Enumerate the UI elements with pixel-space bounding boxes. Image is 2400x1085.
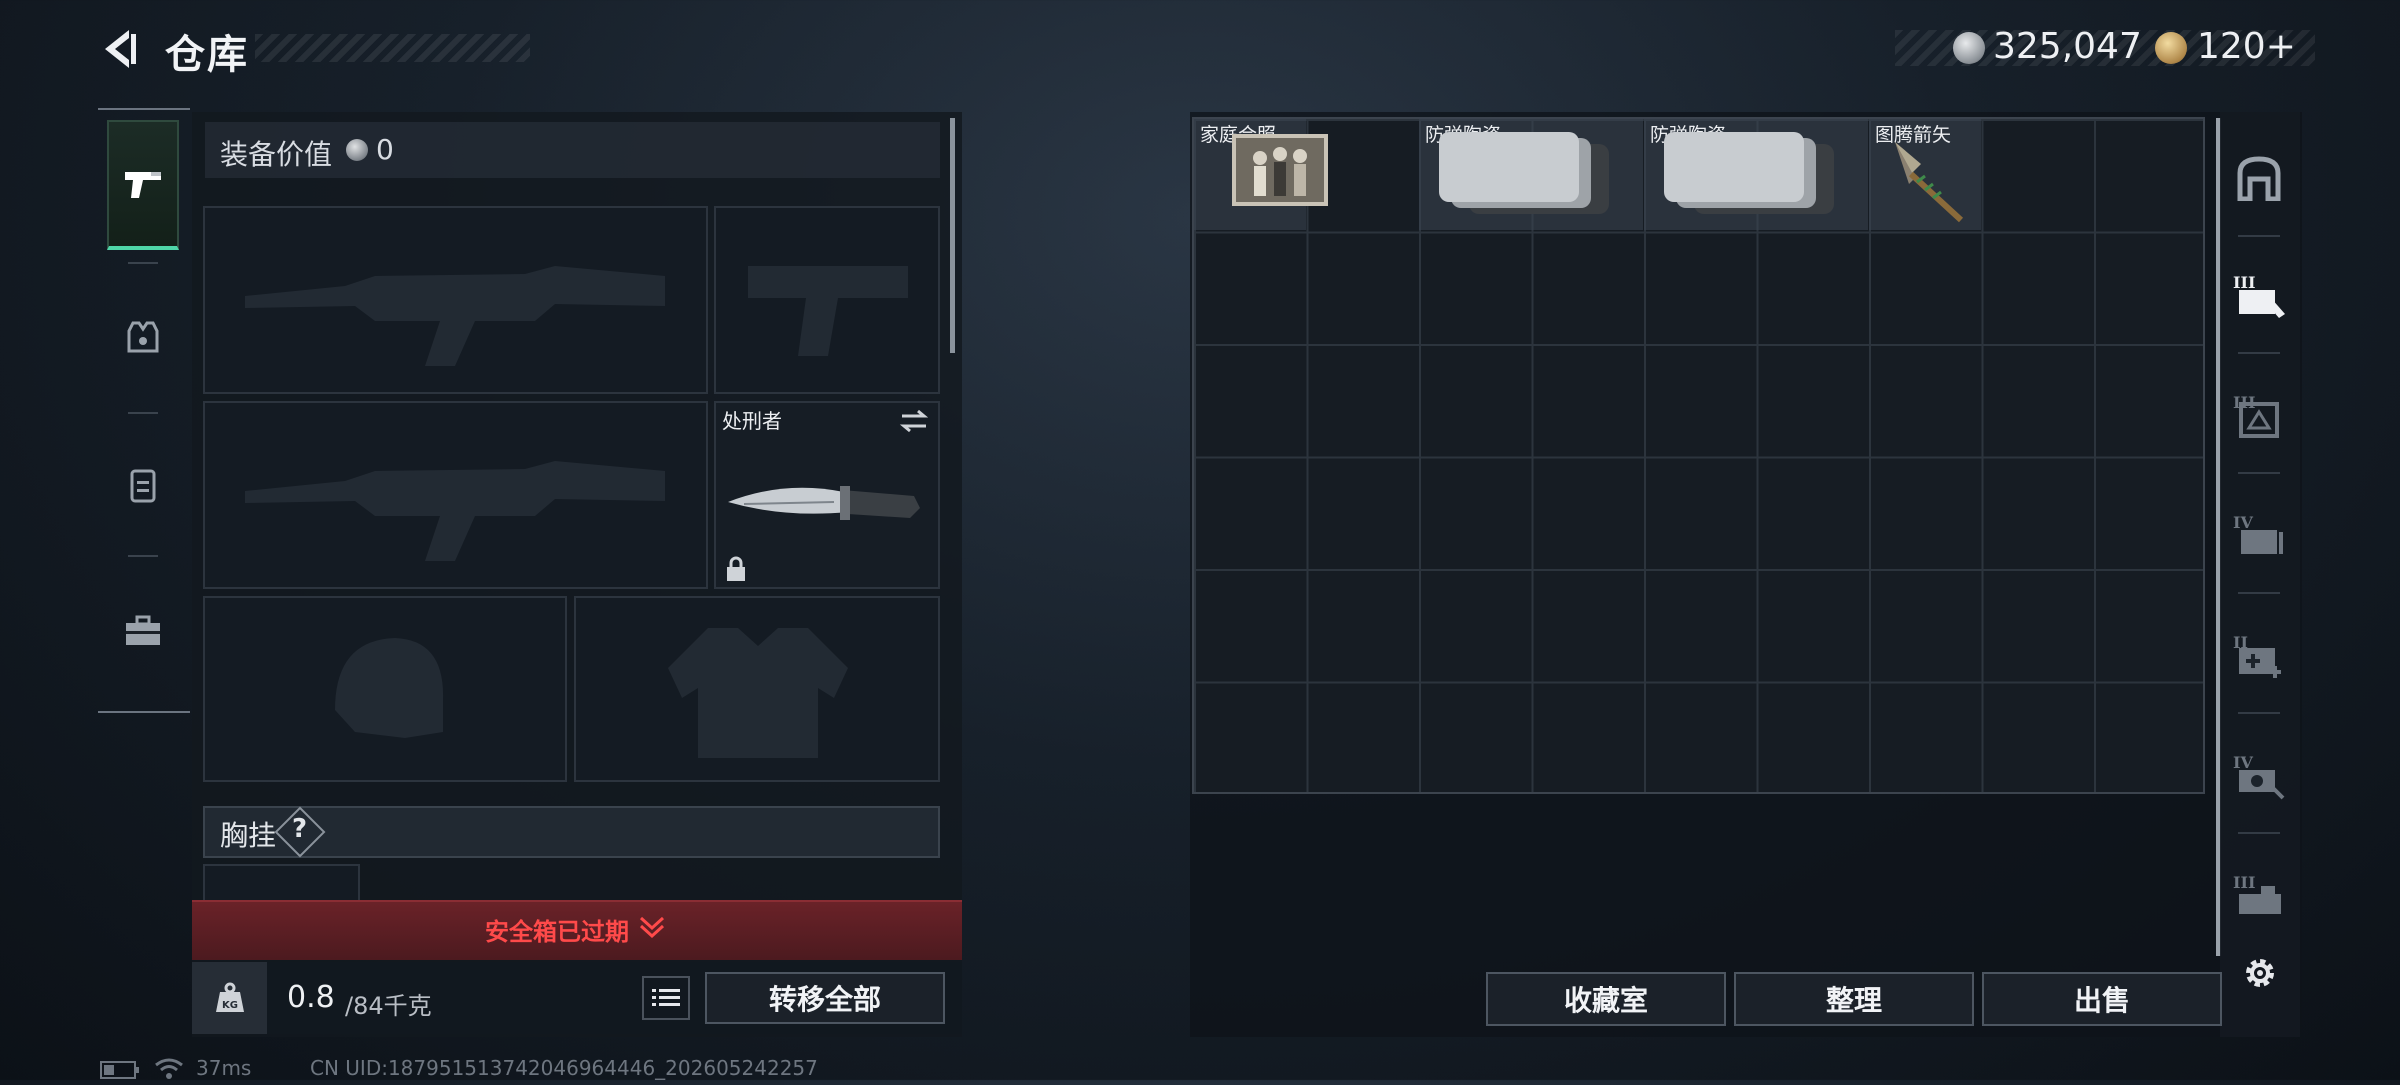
safe-box-status: 安全箱已过期: [485, 918, 629, 946]
coin-balance: 325,047: [1993, 26, 2142, 67]
nav-tier4-valuables[interactable]: IV: [2226, 725, 2292, 825]
nav-separator: [2238, 712, 2280, 714]
armor-silhouette-icon: [668, 628, 848, 758]
tier3-containers-icon: III: [2233, 873, 2281, 914]
equipment-scrollbar[interactable]: [950, 118, 955, 353]
equipment-value: 0: [376, 133, 394, 166]
premium-currency-icon: [2155, 32, 2187, 64]
svg-text:IV: IV: [2233, 753, 2253, 772]
list-icon: [652, 989, 680, 1006]
nav-separator: [2238, 472, 2280, 474]
nav-separator: [128, 262, 158, 264]
back-arrow-icon[interactable]: [95, 24, 145, 74]
nav-tier3-equipment[interactable]: III: [2226, 245, 2292, 345]
svg-text:III: III: [2233, 873, 2255, 892]
arrowhead-icon: [1895, 142, 1964, 223]
weight-current: 0.8: [287, 980, 335, 1015]
settings-gear-icon[interactable]: [2240, 953, 2280, 993]
nav-separator: [128, 412, 158, 414]
collection-room-button[interactable]: 收藏室: [1486, 972, 1726, 1026]
user-uid: CN UID:18795151374204696444​6_2026052422…: [310, 1056, 818, 1080]
sort-button[interactable]: 整理: [1734, 972, 1974, 1026]
nav-tier2-medical[interactable]: II: [2226, 605, 2292, 705]
sell-button[interactable]: 出售: [1982, 972, 2222, 1026]
title-decoration: [255, 34, 530, 62]
swap-icon[interactable]: [898, 407, 930, 439]
knife-icon: [728, 486, 920, 520]
armor-vest-icon: [127, 321, 159, 353]
warehouse-icon: [2237, 156, 2281, 201]
rifle-silhouette-icon: [245, 461, 665, 561]
weight-icon: KG: [192, 962, 267, 1034]
helmet-silhouette-icon: [335, 638, 444, 738]
equipment-value-label: 装备价值: [220, 138, 333, 171]
photo-icon: [1232, 134, 1328, 206]
chest-rig-slot[interactable]: [203, 864, 360, 904]
page-title: 仓库: [165, 32, 249, 78]
tier4-valuables-icon: IV: [2233, 753, 2285, 800]
svg-text:III: III: [2233, 273, 2255, 292]
nav-tier3-containers[interactable]: III: [2226, 845, 2292, 945]
wifi-icon: [154, 1057, 184, 1085]
chevron-down-icon[interactable]: [637, 912, 667, 942]
nav-storage-home[interactable]: [2226, 128, 2292, 228]
nav-toolbox[interactable]: [107, 566, 179, 696]
nav-divider-bottom: [98, 711, 190, 713]
chest-rig-label: 胸挂: [220, 819, 277, 852]
help-icon-label: ?: [292, 814, 308, 844]
weight-max: /84千克: [345, 992, 432, 1020]
premium-balance[interactable]: 120+: [2197, 26, 2296, 67]
storage-item-ceramic-plate[interactable]: 防弹陶瓷: [1644, 118, 1868, 230]
toolbox-icon: [126, 615, 160, 645]
storage-item-ceramic-plate[interactable]: 防弹陶瓷: [1419, 118, 1643, 230]
tier3-gear-icon: III: [2233, 273, 2285, 318]
tier4-documents-icon: IV: [2233, 513, 2283, 554]
melee-slot[interactable]: 处刑者: [714, 401, 940, 589]
nav-chest-rig[interactable]: [107, 420, 179, 550]
armor-plate-icon: [1664, 132, 1834, 214]
nav-separator: [2238, 592, 2280, 594]
tier2-medical-icon: II: [2233, 633, 2281, 678]
pistol-silhouette-icon: [748, 266, 908, 356]
nav-separator: [2238, 235, 2280, 237]
storage-item-family-photo[interactable]: 家庭合照: [1194, 118, 1328, 230]
lock-icon: [724, 555, 748, 587]
nav-separator: [2238, 832, 2280, 834]
secondary-weapon-slot[interactable]: [203, 401, 708, 589]
ping-readout: 37ms: [196, 1056, 252, 1080]
nav-separator: [128, 555, 158, 557]
primary-weapon-slot[interactable]: [203, 206, 708, 394]
svg-text:KG: KG: [222, 1000, 238, 1011]
armor-plate-icon: [1439, 132, 1609, 214]
nav-separator: [2238, 352, 2280, 354]
nav-weapons[interactable]: [107, 120, 179, 250]
tier3-supplies-icon: III: [2233, 393, 2279, 438]
body-armor-slot[interactable]: [574, 596, 940, 782]
helmet-slot[interactable]: [203, 596, 567, 782]
coin-icon: [346, 139, 368, 161]
coin-icon: [1953, 32, 1985, 64]
pistol-icon: [125, 172, 161, 198]
chest-rig-icon: [130, 469, 156, 503]
list-view-button[interactable]: [642, 976, 690, 1020]
nav-tier3-supplies[interactable]: III: [2226, 365, 2292, 465]
nav-armor[interactable]: [107, 272, 179, 402]
nav-divider-top: [98, 108, 190, 110]
rifle-silhouette-icon: [245, 266, 665, 366]
melee-name: 处刑者: [722, 409, 782, 433]
nav-tier4-documents[interactable]: IV: [2226, 485, 2292, 585]
storage-item-totem-arrow[interactable]: 图腾箭矢: [1869, 118, 1981, 230]
svg-text:IV: IV: [2233, 513, 2253, 532]
transfer-all-button[interactable]: 转移全部: [705, 972, 945, 1024]
sidearm-slot[interactable]: [714, 206, 940, 394]
